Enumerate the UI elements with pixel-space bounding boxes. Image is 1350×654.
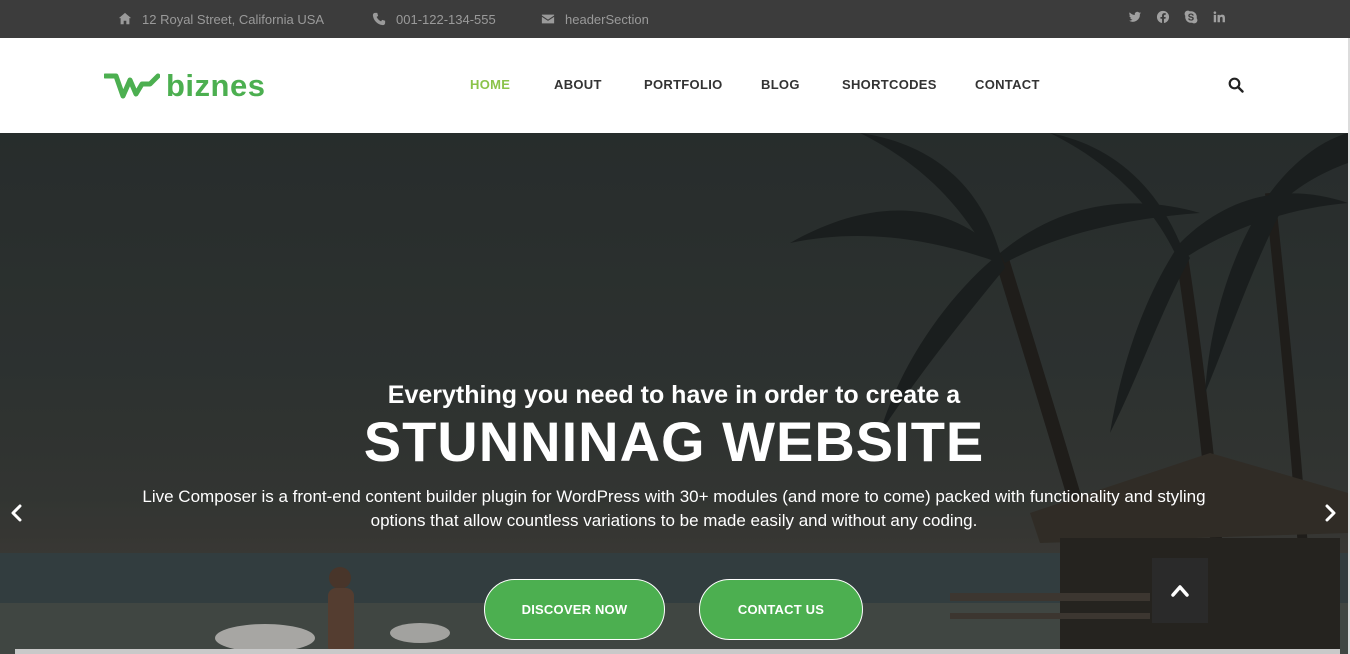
top-info-bar: 12 Royal Street, California USA 001-122-… xyxy=(0,0,1350,38)
main-nav: HOME ABOUT PORTFOLIO BLOG SHORTCODES CON… xyxy=(0,38,1348,133)
social-links xyxy=(1128,0,1226,34)
envelope-icon xyxy=(541,14,555,24)
email-info[interactable]: headerSection xyxy=(541,0,649,38)
discover-now-button[interactable]: DISCOVER NOW xyxy=(484,579,665,640)
hero-title: STUNNINAG WEBSITE xyxy=(363,410,985,473)
contact-us-button[interactable]: CONTACT US xyxy=(699,579,863,640)
hero-description: Live Composer is a front-end content bui… xyxy=(142,487,1206,530)
email-text[interactable]: headerSection xyxy=(565,12,649,27)
phone-text: 001-122-134-555 xyxy=(396,11,496,27)
nav-portfolio[interactable]: PORTFOLIO xyxy=(644,77,723,92)
phone-icon xyxy=(372,12,386,26)
nav-home[interactable]: HOME xyxy=(470,77,510,92)
chevron-right-icon[interactable] xyxy=(1320,503,1340,523)
address-info: 12 Royal Street, California USA xyxy=(118,0,324,38)
hero-slider: Everything you need to have in order to … xyxy=(0,133,1348,654)
nav-contact[interactable]: CONTACT xyxy=(975,77,1040,92)
phone-info: 001-122-134-555 xyxy=(372,0,496,38)
hero-subtitle: Everything you need to have in order to … xyxy=(387,381,961,409)
facebook-icon[interactable] xyxy=(1156,10,1170,24)
twitter-icon[interactable] xyxy=(1128,10,1142,24)
nav-shortcodes[interactable]: SHORTCODES xyxy=(842,77,937,92)
nav-about[interactable]: ABOUT xyxy=(554,77,602,92)
horizontal-scrollbar[interactable] xyxy=(15,649,1340,654)
address-text: 12 Royal Street, California USA xyxy=(142,11,325,27)
site-header: biznes HOME ABOUT PORTFOLIO BLOG SHORTCO… xyxy=(0,38,1348,133)
back-to-top-button[interactable] xyxy=(1152,558,1208,623)
skype-icon[interactable] xyxy=(1184,10,1198,24)
linkedin-icon[interactable] xyxy=(1212,10,1226,24)
chevron-up-icon xyxy=(1171,584,1189,597)
search-icon[interactable] xyxy=(1228,77,1244,93)
chevron-left-icon[interactable] xyxy=(7,503,27,523)
nav-blog[interactable]: BLOG xyxy=(761,77,800,92)
home-icon xyxy=(118,12,132,25)
